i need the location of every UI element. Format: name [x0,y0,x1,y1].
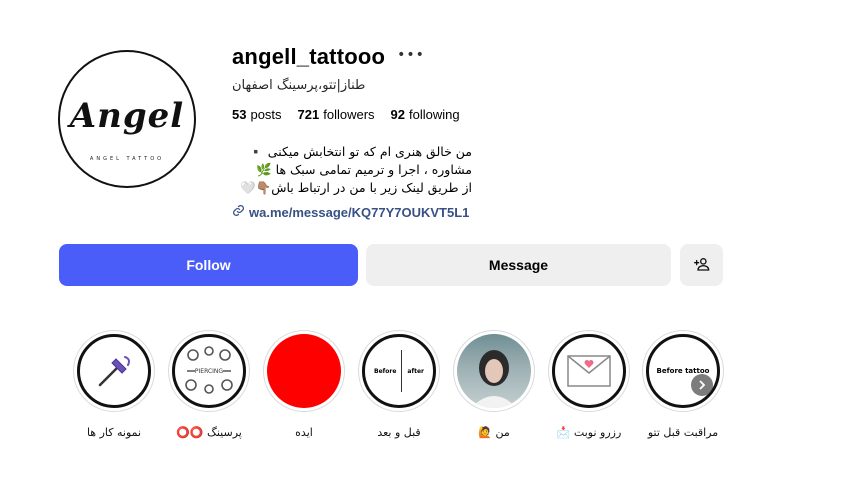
highlight-cover: Before tattoo [646,334,720,408]
highlight-cover [457,334,531,408]
avatar-logo-text: Angel [69,96,185,136]
followers-stat[interactable]: 721 followers [298,107,375,122]
suggest-accounts-button[interactable] [680,244,723,286]
highlight-item[interactable]: Before after قبل و بعد [357,330,441,439]
followers-label: followers [323,107,375,122]
highlight-cover-text: PIERCING [194,368,224,375]
portrait-photo-icon [471,350,517,408]
username: angell_tattooo [232,44,386,69]
posts-count: 53 [232,107,247,122]
follow-button[interactable]: Follow [59,244,358,286]
highlight-label: پرسینگ ⭕⭕ [176,426,242,439]
highlight-label: رزرو نوبت 📩 [556,426,622,439]
highlight-label: من 🙋 [478,426,510,439]
bio-link[interactable]: wa.me/message/KQ77Y7OUKVT5L1 [232,204,469,220]
highlight-cover [552,334,626,408]
more-horizontal-icon[interactable]: ••• [397,47,425,63]
posts-stat[interactable]: 53 posts [232,107,282,122]
highlight-cover-before: Before [374,367,397,375]
highlight-ring: PIERCING [168,330,250,412]
highlight-ring [73,330,155,412]
chevron-right-icon[interactable] [691,374,713,396]
highlight-ring [263,330,345,412]
avatar-logo-subtext: ANGEL TATTOO [89,156,165,162]
username-row: angell_tattooo ••• [232,44,425,70]
highlight-cover-after: after [407,367,424,375]
highlight-ring [453,330,535,412]
message-button[interactable]: Message [366,244,671,286]
bio-line: از طریق لینک زیر با من در ارتباط باش👇🏽🤍 [240,180,472,195]
followers-count: 721 [297,107,320,122]
bio-link-text: wa.me/message/KQ77Y7OUKVT5L1 [249,204,470,220]
highlight-item[interactable]: من 🙋 [452,330,536,439]
highlight-ring: Before tattoo [642,330,724,412]
highlight-cover [77,334,151,408]
full-name: طناز|تتو،پرسینگ اصفهان [232,78,366,93]
following-count: 92 [390,107,406,122]
story-highlights: Before tattoo مراقبت قبل تتو رزرو نوبت 📩… [0,330,853,450]
highlight-label: ایده [295,426,313,439]
highlight-label: مراقبت قبل تتو [647,426,719,439]
highlight-item[interactable]: PIERCING پرسینگ ⭕⭕ [167,330,251,439]
profile-stats: 53 posts 721 followers 92 following [232,107,460,122]
highlight-cover [267,334,341,408]
highlight-label: قبل و بعد [377,426,421,439]
add-person-icon [693,256,710,275]
bio-line: من خالق هنری ام که تو انتخابش میکنی ▪️ [248,144,472,159]
following-label: following [409,107,460,122]
highlight-item[interactable]: نمونه کار ها [72,330,156,439]
posts-label: posts [250,107,282,122]
highlight-label: نمونه کار ها [86,426,142,439]
highlight-cover: Before after [362,334,436,408]
highlight-item[interactable]: ایده [262,330,346,439]
bio-line: مشاوره ، اجرا و ترمیم تمامی سبک ها 🌿 [256,162,472,177]
link-icon [232,204,245,220]
highlight-cover: PIERCING [172,334,246,408]
profile-avatar[interactable]: Angel ANGEL TATTOO [58,50,196,188]
highlight-item[interactable]: رزرو نوبت 📩 [547,330,631,439]
highlight-ring [548,330,630,412]
divider [401,350,403,392]
following-stat[interactable]: 92 following [391,107,460,122]
bio: من خالق هنری ام که تو انتخابش میکنی ▪️ م… [232,143,472,197]
tattoo-machine-icon [98,356,130,387]
envelope-heart-icon [567,355,611,387]
highlight-ring: Before after [358,330,440,412]
